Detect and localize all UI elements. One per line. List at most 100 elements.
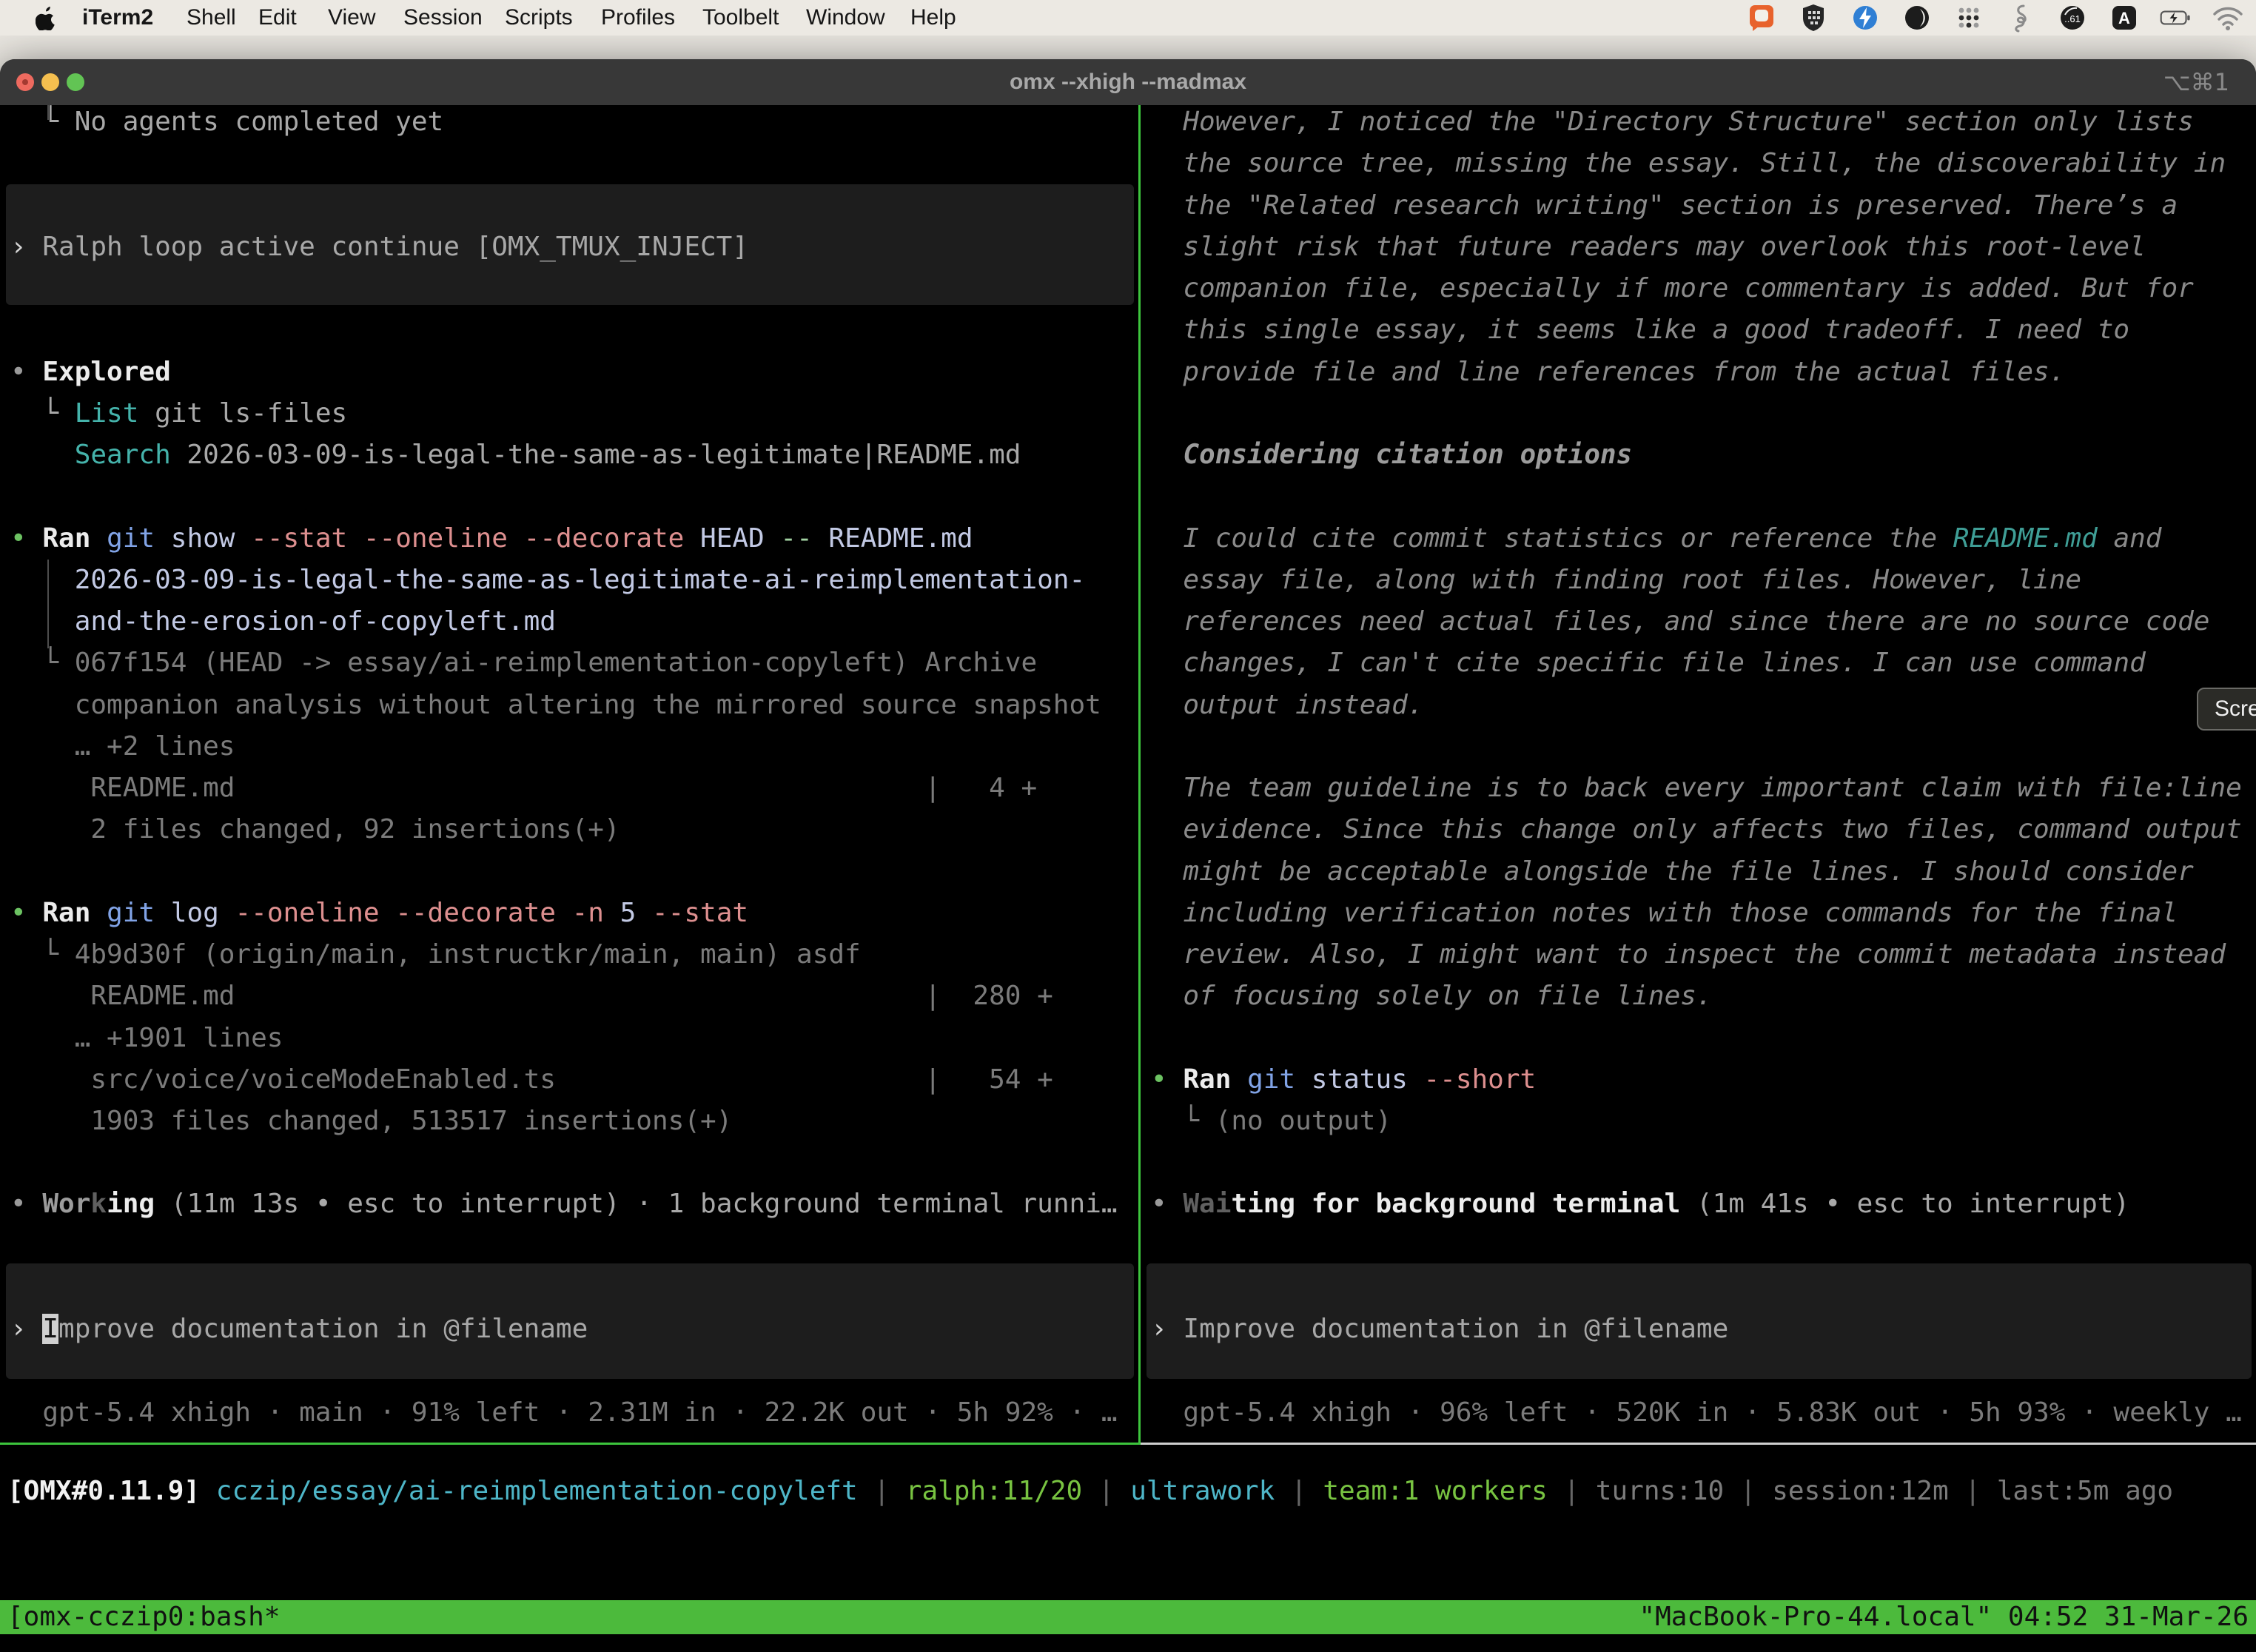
- menu-item-edit[interactable]: Edit: [258, 0, 297, 36]
- terminal-line: this single essay, it seems like a good …: [1151, 309, 2129, 351]
- text-segment: output instead.: [1151, 690, 1423, 720]
- menu-item-profiles[interactable]: Profiles: [601, 0, 675, 36]
- screen-indicator-tooltip[interactable]: Scre: [2197, 688, 2256, 731]
- right-agent-pane: However, I noticed the "Directory Struct…: [1141, 105, 2256, 1445]
- text-segment: Ralph loop active continue [OMX_TMUX_INJ…: [42, 232, 748, 262]
- menu-item-view[interactable]: View: [328, 0, 375, 36]
- menu-item-toolbelt[interactable]: Toolbelt: [702, 0, 779, 36]
- terminal-line: • Ran git status --short: [1151, 1059, 1536, 1101]
- wifi-icon[interactable]: [2212, 1, 2244, 34]
- text-segment: 5: [604, 898, 636, 928]
- text-segment: git ls-files: [138, 398, 347, 429]
- terminal-line: Considering citation options: [1151, 434, 1632, 476]
- dots-grid-icon[interactable]: [1953, 1, 1985, 34]
- text-segment: --stat --oneline --decorate: [235, 523, 684, 554]
- terminal-line: • Working (11m 13s • esc to interrupt) ·…: [10, 1183, 1118, 1225]
- terminal-line: However, I noticed the "Directory Struct…: [1151, 101, 2194, 143]
- svg-text:..61: ..61: [2064, 13, 2081, 24]
- text-segment: 2026-03-09-is-legal-the-same-as-legitima…: [171, 440, 1021, 470]
- text-segment: --: [765, 523, 813, 554]
- iterm2-window: omx --xhigh --madmax ⌥⌘1 └ No agents com…: [0, 59, 2256, 1652]
- squiggle-icon[interactable]: [2004, 1, 2037, 34]
- terminal-line: • Ran git log --oneline --decorate -n 5 …: [10, 893, 748, 934]
- text-segment: I: [42, 1314, 58, 1344]
- text-segment: Wai: [1183, 1189, 1231, 1219]
- text-segment: status: [1295, 1064, 1408, 1095]
- terminal-line: … +2 lines: [10, 726, 235, 768]
- text-segment: 2026-03-09-is-legal-the-same-as-legitima…: [10, 565, 1085, 595]
- text-segment: └ 4b9d30f (origin/main, instructkr/main,…: [10, 939, 861, 970]
- text-segment: git: [90, 523, 155, 554]
- text-segment: team:1 workers: [1323, 1476, 1563, 1506]
- apple-logo-icon[interactable]: [36, 7, 58, 30]
- text-segment: evidence. Since this change only affects…: [1151, 814, 2242, 845]
- text-segment: log: [155, 898, 219, 928]
- terminal-line: evidence. Since this change only affects…: [1151, 809, 2242, 850]
- terminal-line: references need actual files, and since …: [1151, 601, 2209, 642]
- text-segment: README.md | 280 +: [10, 981, 1053, 1011]
- text-segment: •: [1151, 1064, 1183, 1095]
- text-segment: ting for background terminal: [1231, 1189, 1680, 1219]
- text-segment: companion file, especially if more comme…: [1151, 273, 2194, 303]
- terminal-line: Search 2026-03-09-is-legal-the-same-as-l…: [10, 434, 1021, 476]
- text-segment: [OMX#0.11.9]: [7, 1476, 216, 1506]
- terminal-line: gpt-5.4 xhigh · main · 91% left · 2.31M …: [10, 1392, 1118, 1434]
- menu-item-help[interactable]: Help: [910, 0, 956, 36]
- battery-icon[interactable]: [2160, 1, 2192, 34]
- menu-item-window[interactable]: Window: [806, 0, 885, 36]
- terminal-line: might be acceptable alongside the file l…: [1151, 851, 2194, 893]
- close-button[interactable]: [16, 73, 34, 91]
- crescent-circle-icon[interactable]: [1901, 1, 1933, 34]
- text-segment: ›: [10, 1314, 42, 1344]
- zoom-button[interactable]: [67, 73, 84, 91]
- text-segment: |: [873, 1476, 905, 1506]
- terminal-line: of focusing solely on file lines.: [1151, 976, 1713, 1017]
- terminal-line: 2026-03-09-is-legal-the-same-as-legitima…: [10, 560, 1085, 601]
- tmux-vertical-divider[interactable]: [1138, 105, 1141, 1445]
- text-segment: git: [1231, 1064, 1295, 1095]
- menu-item-iterm2[interactable]: iTerm2: [82, 0, 153, 36]
- zap-badge-icon[interactable]: [1849, 1, 1881, 34]
- text-segment: ›: [10, 232, 42, 262]
- minimize-button[interactable]: [41, 73, 59, 91]
- text-segment: … +2 lines: [10, 731, 235, 762]
- tmux-horizontal-divider-left: [0, 1443, 1141, 1445]
- menu-item-session[interactable]: Session: [403, 0, 483, 36]
- text-segment: changes, I can't cite specific file line…: [1151, 648, 2146, 678]
- text-segment: I could cite commit statistics or refere…: [1151, 523, 1953, 554]
- shield-grid-icon[interactable]: [1797, 1, 1830, 34]
- text-segment: README.md: [813, 523, 973, 554]
- tmux-session-label: [omx-cczip0:bash*: [7, 1600, 280, 1634]
- terminal-line: └ List git ls-files: [10, 393, 347, 434]
- text-segment: mprove documentation in @filename: [58, 1314, 588, 1344]
- text-segment: review. Also, I might want to inspect th…: [1151, 939, 2226, 970]
- text-segment: |: [1740, 1476, 1772, 1506]
- text-segment: gpt-5.4 xhigh · 96% left · 520K in · 5.8…: [1151, 1397, 2242, 1428]
- text-segment: might be acceptable alongside the file l…: [1151, 856, 2194, 887]
- text-segment: HEAD: [684, 523, 764, 554]
- text-segment: Ran: [42, 523, 90, 554]
- text-segment: •: [10, 523, 42, 554]
- menu-bar: iTerm2 Shell Edit View Session Scripts Profile…: [0, 0, 2256, 36]
- terminal-line: └ 067f154 (HEAD -> essay/ai-reimplementa…: [10, 642, 1037, 684]
- text-segment: List: [75, 398, 139, 429]
- tmux-horizontal-divider-right: [1141, 1443, 2256, 1445]
- text-segment: README.md | 4 +: [10, 773, 1037, 803]
- text-segment: and-the-erosion-of-copyleft.md: [10, 606, 556, 637]
- text-segment: 1903 files changed, 513517 insertions(+): [10, 1106, 732, 1136]
- text-segment: k: [90, 1189, 107, 1219]
- text-segment: and: [2098, 523, 2162, 554]
- badge-61-icon[interactable]: ..61: [2056, 1, 2089, 34]
- text-segment: last:5m ago: [1997, 1476, 2173, 1506]
- terminal-line: companion file, especially if more comme…: [1151, 268, 2194, 309]
- text-segment: --stat: [636, 898, 748, 928]
- chat-bubble-icon[interactable]: [1745, 1, 1778, 34]
- letter-a-icon[interactable]: A: [2108, 1, 2141, 34]
- menu-item-scripts[interactable]: Scripts: [505, 0, 573, 36]
- text-segment: •: [10, 1189, 42, 1219]
- menu-item-shell[interactable]: Shell: [187, 0, 236, 36]
- text-segment: essay file, along with finding root file…: [1151, 565, 2081, 595]
- text-segment: Ran: [1183, 1064, 1231, 1095]
- text-segment: src/voice/voiceModeEnabled.ts | 54 +: [10, 1064, 1053, 1095]
- text-segment: references need actual files, and since …: [1151, 606, 2209, 637]
